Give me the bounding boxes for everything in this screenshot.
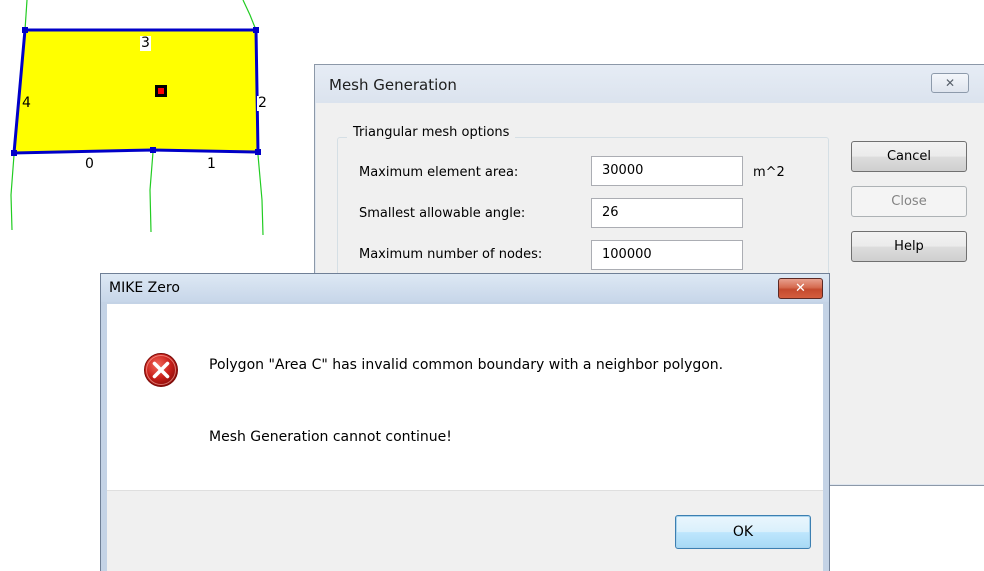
error-message: Polygon "Area C" has invalid common boun… — [209, 357, 724, 373]
vertex-handle[interactable] — [255, 149, 261, 155]
neighbor-line — [149, 151, 154, 233]
max-nodes-label: Maximum number of nodes: — [359, 247, 543, 262]
edge-label-3: 3 — [140, 35, 151, 51]
smallest-angle-input[interactable]: 26 — [591, 198, 743, 228]
area-unit-label: m^2 — [753, 165, 785, 180]
neighbor-line — [10, 154, 15, 231]
edge-label-2: 2 — [257, 95, 268, 111]
ok-button[interactable]: OK — [675, 515, 811, 549]
vertex-handle[interactable] — [253, 27, 259, 33]
mike-zero-error-dialog: MIKE Zero ✕ Polygon "Area C" has invalid… — [100, 273, 830, 571]
group-title: Triangular mesh options — [347, 125, 516, 140]
edge-label-0: 0 — [84, 156, 95, 172]
error-dialog-titlebar[interactable]: MIKE Zero ✕ — [101, 274, 829, 302]
vertex-handle[interactable] — [22, 27, 28, 33]
edge-label-4: 4 — [21, 95, 32, 111]
error-dialog-title: MIKE Zero — [109, 280, 180, 296]
neighbor-line — [257, 154, 264, 236]
max-nodes-input[interactable]: 100000 — [591, 240, 743, 270]
close-icon[interactable]: ✕ — [778, 278, 823, 299]
neighbor-line — [24, 0, 28, 31]
smallest-angle-label: Smallest allowable angle: — [359, 206, 526, 221]
error-dialog-body: Polygon "Area C" has invalid common boun… — [107, 304, 823, 571]
max-element-area-label: Maximum element area: — [359, 165, 519, 180]
edge-label-1: 1 — [206, 156, 217, 172]
vertex-handle[interactable] — [150, 147, 156, 153]
mesh-dialog-title: Mesh Generation — [329, 76, 457, 94]
vertex-handle[interactable] — [11, 150, 17, 156]
mesh-dialog-titlebar[interactable]: Mesh Generation ✕ — [315, 65, 984, 103]
cancel-button[interactable]: Cancel — [851, 141, 967, 172]
neighbor-line — [242, 0, 257, 31]
help-button[interactable]: Help — [851, 231, 967, 262]
close-button[interactable]: Close — [851, 186, 967, 217]
centroid-dot — [158, 88, 164, 94]
error-icon — [144, 353, 178, 387]
error-submessage: Mesh Generation cannot continue! — [209, 429, 452, 445]
max-element-area-input[interactable]: 30000 — [591, 156, 743, 186]
error-dialog-footer: OK — [107, 490, 823, 571]
close-icon[interactable]: ✕ — [931, 73, 969, 93]
selected-polygon[interactable] — [12, 28, 260, 155]
